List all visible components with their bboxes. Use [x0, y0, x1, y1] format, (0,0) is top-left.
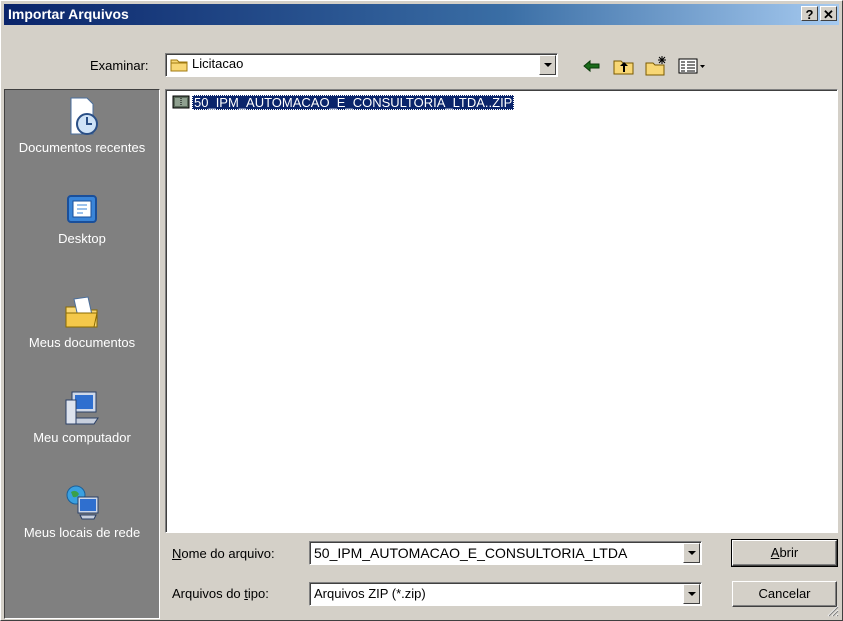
lookin-value: Licitacao: [192, 56, 244, 71]
help-button[interactable]: ?: [801, 6, 818, 22]
folder-icon: [170, 57, 188, 75]
filename-value: 50_IPM_AUTOMACAO_E_CONSULTORIA_LTDA: [314, 545, 628, 561]
filename-label: Nome do arquivo:: [172, 546, 275, 561]
zip-file-icon: [172, 95, 190, 109]
place-label: Desktop: [58, 231, 106, 246]
up-folder-icon[interactable]: [612, 55, 636, 77]
place-label: Meus locais de rede: [23, 525, 141, 540]
new-folder-icon[interactable]: [644, 55, 668, 77]
chevron-down-icon[interactable]: [539, 55, 556, 75]
place-label: Meu computador: [33, 430, 131, 445]
back-arrow-icon[interactable]: [580, 55, 604, 77]
desktop-icon: [67, 195, 97, 223]
filetype-value: Arquivos ZIP (*.zip): [314, 586, 426, 601]
filename-field[interactable]: 50_IPM_AUTOMACAO_E_CONSULTORIA_LTDA: [309, 541, 702, 565]
import-files-dialog: Importar Arquivos ? ✕ Examinar: Licitaca…: [0, 0, 843, 621]
close-button[interactable]: ✕: [820, 6, 837, 22]
my-documents-icon: [65, 296, 98, 328]
cancel-button[interactable]: Cancelar: [732, 581, 837, 607]
list-item[interactable]: 50_IPM_AUTOMACAO_E_CONSULTORIA_LTDA..ZIP: [172, 94, 515, 110]
place-desktop[interactable]: Desktop: [5, 191, 159, 246]
place-my-documents[interactable]: Meus documentos: [5, 293, 159, 350]
filetype-label: Arquivos do tipo:: [172, 586, 269, 601]
place-label: Documentos recentes: [18, 140, 146, 155]
place-recent-documents[interactable]: Documentos recentes: [5, 96, 159, 155]
network-places-icon: [66, 485, 99, 520]
chevron-down-icon[interactable]: [683, 584, 700, 604]
recent-documents-icon: [70, 97, 98, 135]
place-label: Meus documentos: [28, 335, 136, 350]
view-menu-icon[interactable]: [677, 55, 709, 77]
open-button[interactable]: Abrir: [731, 539, 838, 567]
file-list[interactable]: 50_IPM_AUTOMACAO_E_CONSULTORIA_LTDA..ZIP: [165, 89, 838, 533]
resize-grip-icon[interactable]: [827, 605, 839, 617]
lookin-label: Examinar:: [90, 58, 149, 73]
my-computer-icon: [65, 391, 99, 425]
chevron-down-icon[interactable]: [683, 543, 700, 563]
place-my-computer[interactable]: Meu computador: [5, 388, 159, 445]
filetype-select[interactable]: Arquivos ZIP (*.zip): [309, 582, 702, 606]
place-network[interactable]: Meus locais de rede: [5, 483, 159, 540]
lookin-combo[interactable]: Licitacao: [165, 53, 558, 77]
title-bar[interactable]: Importar Arquivos ? ✕: [4, 4, 839, 25]
file-name: 50_IPM_AUTOMACAO_E_CONSULTORIA_LTDA..ZIP: [192, 94, 515, 110]
window-title: Importar Arquivos: [8, 6, 129, 22]
places-bar: Documentos recentes Desktop Meus documen…: [4, 89, 160, 619]
